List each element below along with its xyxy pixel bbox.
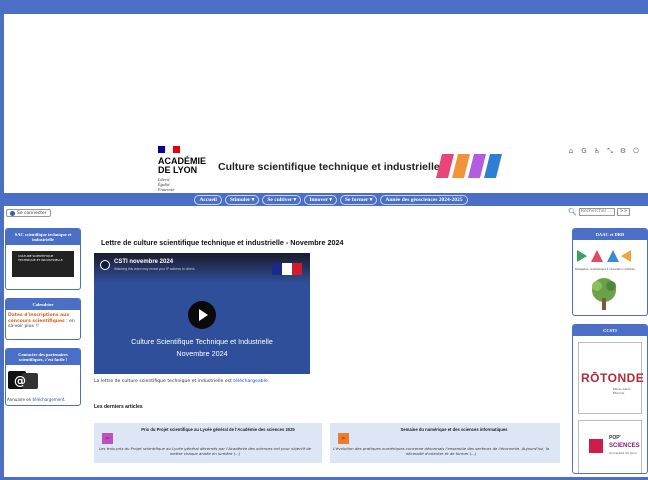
- channel-icon: [100, 260, 110, 270]
- calendar-link[interactable]: Dates d'inscriptions aux concours scient…: [8, 313, 69, 324]
- svg-text:@: @: [14, 374, 26, 388]
- partners-label: Annuaire en: [7, 397, 33, 402]
- browser-left-border: [0, 0, 4, 480]
- search-bar: 🔍︎ Rechercher ... >>: [568, 208, 631, 216]
- article-card[interactable]: JSI Semaine du numérique et des sciences…: [330, 423, 560, 463]
- academy-name[interactable]: ACADÉMIE DE LYON: [158, 157, 218, 175]
- pop-sciences-line1: POP': [609, 435, 621, 441]
- settings-icon[interactable]: ⚙: [618, 146, 628, 156]
- pop-sciences-line3: Université de Lyon: [609, 451, 637, 455]
- ccsti-box-title: CCSTI: [573, 325, 647, 336]
- daac-logo[interactable]: Délégation académique à l'éducation arti…: [573, 246, 637, 314]
- nav-accueil[interactable]: Accueil: [194, 194, 222, 205]
- browser-top-border: [0, 0, 648, 14]
- video-caption-line1: Culture Scientifique Technique et Indust…: [131, 337, 273, 346]
- search-input[interactable]: Rechercher ...: [578, 208, 615, 216]
- calendar-box: Calendrier Dates d'inscriptions aux conc…: [5, 298, 81, 340]
- csti-thumbnail[interactable]: CULTURE SCIENTIFIQUE TECHNIQUE ET INDUST…: [12, 251, 74, 277]
- email-device-icon: @: [8, 371, 38, 389]
- intro-label: La lettre de culture scientifique techni…: [94, 379, 234, 384]
- csti-box-title: SAC scientifique technique et industriel…: [6, 229, 80, 245]
- svg-text:Délégation académique à l'éduc: Délégation académique à l'éducation arti…: [575, 267, 635, 271]
- home-icon[interactable]: ⌂: [566, 146, 576, 156]
- article-card-title[interactable]: Prix du Projet scientifique au Lycée gén…: [120, 427, 316, 432]
- nav-annee-geosciences[interactable]: Année des géosciences 2024-2025: [380, 194, 468, 205]
- stripe-blue: [484, 154, 502, 178]
- google-icon[interactable]: G: [579, 146, 589, 156]
- article-card[interactable]: JSI Prix du Projet scientifique au Lycée…: [94, 423, 322, 463]
- user-icon: [10, 210, 15, 216]
- nav-innover[interactable]: Innover ▾: [304, 194, 337, 205]
- accessibility-icon[interactable]: ♿: [592, 146, 602, 156]
- stripe-pink: [436, 154, 454, 178]
- pop-sciences-line2: SCIENCES: [609, 443, 640, 449]
- main-nav: Accueil Stimuler ▾ Se cultiver ▾ Innover…: [4, 193, 648, 206]
- partners-box-title: Contacter des partenaires scientifiques,…: [6, 349, 80, 365]
- site-title[interactable]: Culture scientifique technique et indust…: [218, 161, 440, 173]
- latest-articles-heading: Les derniers articles: [94, 404, 143, 410]
- video-title[interactable]: CSTI novembre 2024: [114, 259, 173, 265]
- download-link[interactable]: téléchargeable.: [233, 379, 269, 384]
- calendar-text: Dates d'inscriptions aux concours scient…: [6, 310, 80, 333]
- article-card-excerpt: L'évolution des pratiques numériques con…: [332, 446, 550, 456]
- login-label: Se connecter: [17, 210, 47, 216]
- login-button[interactable]: Se connecter: [6, 209, 51, 217]
- power-icon[interactable]: ⏻: [631, 146, 641, 156]
- site-header: ACADÉMIE DE LYON Liberté Égalité Fratern…: [0, 130, 648, 192]
- stripe-purple: [468, 154, 486, 178]
- partners-box: Contacter des partenaires scientifiques,…: [5, 348, 81, 406]
- nav-stimuler[interactable]: Stimuler ▾: [224, 194, 260, 205]
- video-flag-logo: [272, 263, 302, 275]
- calendar-box-title: Calendrier: [6, 299, 80, 310]
- video-caption-line2: Novembre 2024: [176, 349, 228, 358]
- rotonde-sub: Mines Saint-Étienne: [613, 387, 632, 395]
- pop-sciences-mark: [589, 439, 603, 453]
- rotonde-name: RŌTONDE: [581, 371, 645, 385]
- nav-se-former[interactable]: Se former ▾: [340, 194, 378, 205]
- article-thumbnail[interactable]: JSI: [102, 433, 113, 444]
- shrink-icon[interactable]: ⤡: [605, 146, 615, 156]
- article-thumbnail[interactable]: JSI: [338, 433, 349, 444]
- video-player[interactable]: CSTI novembre 2024 Watching this video m…: [94, 253, 310, 374]
- intro-text: La lettre de culture scientifique techni…: [94, 379, 269, 384]
- stripe-orange: [452, 154, 470, 178]
- search-submit-button[interactable]: >>: [616, 208, 631, 216]
- daac-box-title: DAAC et DRD: [573, 229, 647, 240]
- article-title: Lettre de culture scientifique technique…: [101, 238, 344, 247]
- nav-se-cultiver[interactable]: Se cultiver ▾: [262, 194, 302, 205]
- csti-box: SAC scientifique technique et industriel…: [5, 228, 81, 290]
- ccsti-box: CCSTI RŌTONDE Mines Saint-Étienne POP' S…: [572, 324, 648, 474]
- daac-box: DAAC et DRD Délégation académique à l'éd…: [572, 228, 648, 316]
- play-icon[interactable]: [188, 301, 216, 329]
- csti-stripes-logo: [436, 154, 502, 178]
- site-tools: ⌂ G ♿ ⤡ ⚙ ⏻: [566, 146, 641, 156]
- pop-sciences-logo[interactable]: POP' SCIENCES Université de Lyon: [578, 420, 642, 473]
- article-card-excerpt: Les trois prix du Projet scientifique au…: [98, 446, 312, 456]
- article-card-title[interactable]: Semaine du numérique et des sciences inf…: [356, 427, 552, 432]
- marianne-flag-logo[interactable]: [158, 146, 181, 153]
- partners-text: Annuaire en téléchargement.: [6, 395, 80, 404]
- search-icon: 🔍︎: [568, 208, 577, 216]
- partners-download-link[interactable]: téléchargement.: [32, 397, 65, 402]
- rotonde-logo[interactable]: RŌTONDE Mines Saint-Étienne: [578, 342, 645, 414]
- republic-motto: Liberté Égalité Fraternité: [158, 177, 175, 192]
- video-privacy-note: Watching this video may reveal your IP a…: [114, 267, 196, 271]
